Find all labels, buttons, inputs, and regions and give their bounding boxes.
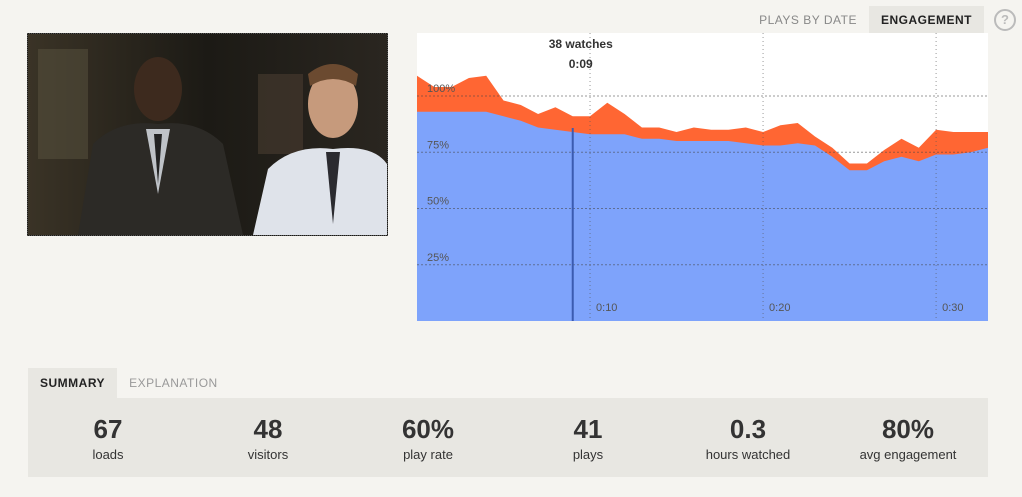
summary-tabs: SUMMARY EXPLANATION [28, 368, 230, 398]
stat-label: loads [92, 447, 124, 462]
video-frame-image [28, 34, 387, 235]
y-tick-label: 25% [427, 252, 449, 264]
tab-summary[interactable]: SUMMARY [28, 368, 118, 398]
stat-play-rate: 60% play rate [348, 398, 508, 477]
y-tick-label: 50% [427, 196, 449, 208]
stat-label: plays [572, 447, 604, 462]
x-tick-label: 0:10 [596, 302, 617, 314]
stat-value: 67 [93, 414, 123, 444]
help-icon[interactable]: ? [994, 9, 1016, 31]
report-tabs: PLAYS BY DATE ENGAGEMENT ? [747, 6, 1016, 34]
x-tick-label: 0:30 [942, 302, 963, 314]
stat-visitors: 48 visitors [188, 398, 348, 477]
y-tick-label: 75% [427, 139, 449, 151]
stat-avg-engagement: 80% avg engagement [828, 398, 988, 477]
engagement-chart-svg: 25% 50% 75% 100% 0:10 0:20 0:30 38 watches 0:09 [417, 33, 988, 321]
stat-plays: 41 plays [508, 398, 668, 477]
x-tick-label: 0:20 [769, 302, 790, 314]
stat-label: play rate [403, 447, 453, 462]
stat-hours-watched: 0.3 hours watched [668, 398, 828, 477]
tab-plays-by-date[interactable]: PLAYS BY DATE [747, 6, 869, 34]
tab-explanation[interactable]: EXPLANATION [117, 368, 230, 398]
stat-label: visitors [247, 447, 289, 462]
stat-value: 48 [253, 414, 283, 444]
stat-value: 80% [881, 414, 935, 444]
stat-value: 60% [401, 414, 455, 444]
summary-panel: 67 loads 48 visitors 60% play rate 41 pl… [28, 398, 988, 477]
video-thumbnail[interactable] [27, 33, 388, 236]
stat-label: hours watched [705, 447, 791, 462]
engagement-chart[interactable]: 25% 50% 75% 100% 0:10 0:20 0:30 38 watches 0:09 [417, 33, 988, 321]
stat-loads: 67 loads [28, 398, 188, 477]
stat-value: 0.3 [729, 414, 767, 444]
y-tick-label: 100% [427, 83, 455, 95]
stat-label: avg engagement [859, 447, 957, 462]
tab-engagement[interactable]: ENGAGEMENT [868, 6, 984, 34]
cursor-time: 0:09 [569, 57, 593, 71]
stat-value: 41 [573, 414, 603, 444]
cursor-watch-count: 38 watches [549, 37, 613, 51]
